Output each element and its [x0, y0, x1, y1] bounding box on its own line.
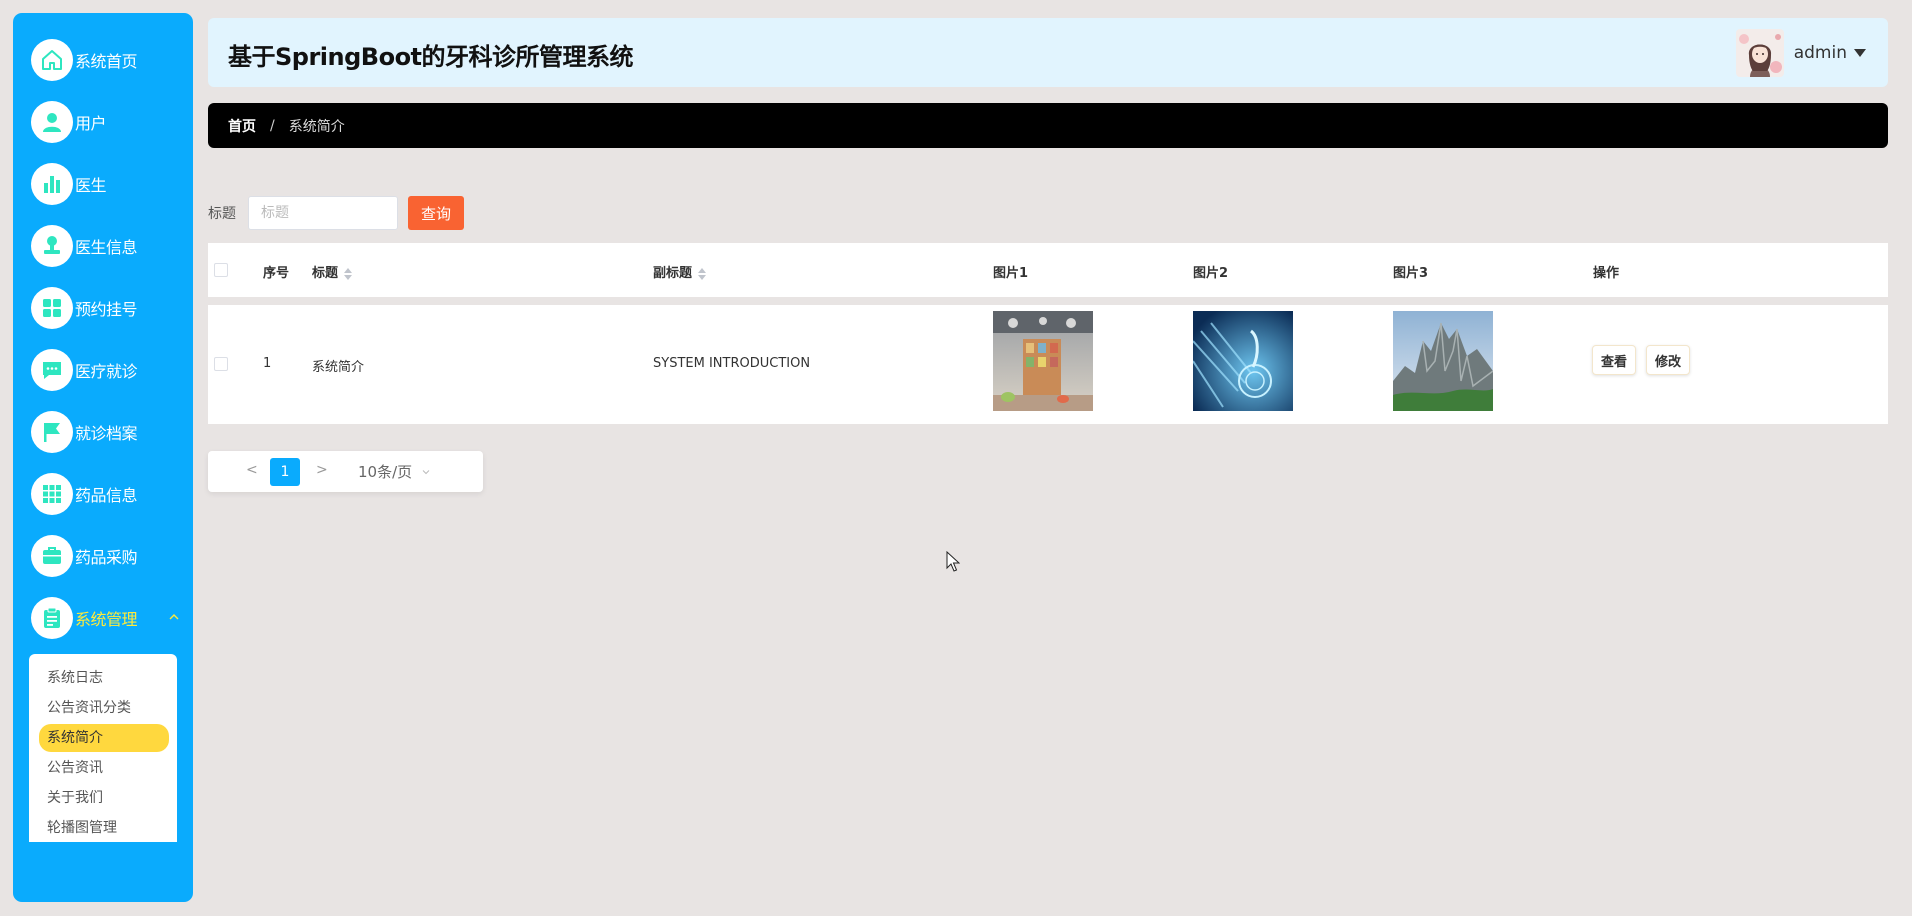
row-image2[interactable]	[1193, 311, 1293, 411]
col-subtitle-label: 副标题	[653, 266, 693, 281]
page-size-value: 10条/页	[358, 463, 413, 481]
nav-label: 系统管理	[75, 610, 138, 629]
breadcrumb-separator: /	[270, 117, 275, 134]
submenu-item-about[interactable]: 关于我们	[39, 784, 169, 812]
title-search-input[interactable]	[248, 196, 398, 230]
avatar	[1735, 29, 1784, 77]
submenu-item-carousel[interactable]: 轮播图管理	[39, 814, 169, 842]
nav-label: 预约挂号	[75, 300, 138, 319]
grid-icon	[31, 287, 73, 329]
username: admin	[1793, 43, 1847, 63]
page-title: 基于SpringBoot的牙科诊所管理系统	[228, 43, 634, 71]
pagination: < 1 > 10条/页	[208, 451, 483, 492]
nav-item-doctor-info[interactable]: 医生信息	[31, 225, 181, 267]
col-subtitle[interactable]: 副标题	[653, 262, 707, 281]
nav-item-appointment[interactable]: 预约挂号	[31, 287, 181, 329]
sort-icon[interactable]	[344, 267, 353, 280]
nav-label: 医生	[75, 176, 107, 195]
top-header: 基于SpringBoot的牙科诊所管理系统 admin	[208, 18, 1888, 87]
table-row: 1 系统简介 SYSTEM INTRODUCTION 查看 修改	[208, 305, 1888, 424]
submenu-item-news[interactable]: 公告资讯	[39, 754, 169, 782]
nav-item-records[interactable]: 就诊档案	[31, 411, 181, 453]
nav-label: 就诊档案	[75, 424, 138, 443]
submenu-item-logs[interactable]: 系统日志	[39, 664, 169, 692]
user-icon	[31, 101, 73, 143]
home-icon	[31, 39, 73, 81]
row-subtitle: SYSTEM INTRODUCTION	[653, 356, 811, 371]
nav-label: 医疗就诊	[75, 362, 138, 381]
nav-item-user[interactable]: 用户	[31, 101, 181, 143]
row-title: 系统简介	[312, 360, 365, 375]
briefcase-icon	[31, 535, 73, 577]
breadcrumb-current: 系统简介	[288, 118, 345, 135]
bar-chart-icon	[31, 163, 73, 205]
sort-icon[interactable]	[698, 267, 707, 280]
row-checkbox[interactable]	[214, 357, 228, 371]
caret-down-icon	[1854, 49, 1866, 57]
chevron-up-icon[interactable]	[167, 610, 181, 624]
sidebar: 系统首页 用户 医生 医生信息 预约挂号 医疗就诊 就诊档案 药品信息 药品采购…	[13, 13, 193, 902]
flag-icon	[31, 411, 73, 453]
apps-icon	[31, 473, 73, 515]
page-size-select[interactable]: 10条/页	[358, 461, 430, 482]
stamp-icon	[31, 225, 73, 267]
search-label: 标题	[208, 206, 236, 222]
user-menu[interactable]: admin	[1735, 29, 1866, 77]
row-image3[interactable]	[1393, 311, 1493, 411]
nav-label: 医生信息	[75, 238, 138, 257]
nav-label: 系统首页	[75, 52, 138, 71]
submenu-item-news-category[interactable]: 公告资讯分类	[39, 694, 169, 722]
select-all-checkbox[interactable]	[214, 263, 228, 277]
col-image1: 图片1	[993, 266, 1029, 281]
row-index: 1	[263, 356, 272, 371]
col-index: 序号	[263, 266, 290, 281]
nav-item-home[interactable]: 系统首页	[31, 39, 181, 81]
breadcrumb: 首页 / 系统简介	[208, 103, 1888, 148]
nav-item-treatment[interactable]: 医疗就诊	[31, 349, 181, 391]
table-header: 序号 标题 副标题 图片1 图片2 图片3 操作	[208, 243, 1888, 297]
mouse-cursor-icon	[946, 551, 960, 572]
col-image2: 图片2	[1193, 266, 1229, 281]
submenu-item-system-intro[interactable]: 系统简介	[39, 724, 169, 752]
nav-item-purchase[interactable]: 药品采购	[31, 535, 181, 577]
chevron-down-icon	[422, 469, 430, 474]
search-button[interactable]: 查询	[408, 196, 464, 230]
row-image1[interactable]	[993, 311, 1093, 411]
nav-label: 药品信息	[75, 486, 138, 505]
edit-button[interactable]: 修改	[1646, 345, 1691, 375]
nav-item-system[interactable]: 系统管理	[31, 597, 181, 639]
chat-icon	[31, 349, 73, 391]
nav-label: 用户	[75, 114, 107, 133]
col-image3: 图片3	[1393, 266, 1429, 281]
system-submenu: 系统日志 公告资讯分类 系统简介 公告资讯 关于我们 轮播图管理	[29, 654, 177, 842]
col-title[interactable]: 标题	[312, 262, 353, 281]
page-number-button[interactable]: 1	[270, 458, 300, 486]
view-button[interactable]: 查看	[1592, 345, 1637, 375]
clipboard-icon	[31, 597, 73, 639]
next-page-button[interactable]: >	[316, 462, 328, 478]
col-actions: 操作	[1593, 266, 1620, 281]
nav-item-medicine[interactable]: 药品信息	[31, 473, 181, 515]
breadcrumb-home[interactable]: 首页	[228, 116, 256, 136]
nav-label: 药品采购	[75, 548, 138, 567]
nav-item-doctor[interactable]: 医生	[31, 163, 181, 205]
prev-page-button[interactable]: <	[246, 462, 258, 478]
col-title-label: 标题	[312, 266, 339, 281]
